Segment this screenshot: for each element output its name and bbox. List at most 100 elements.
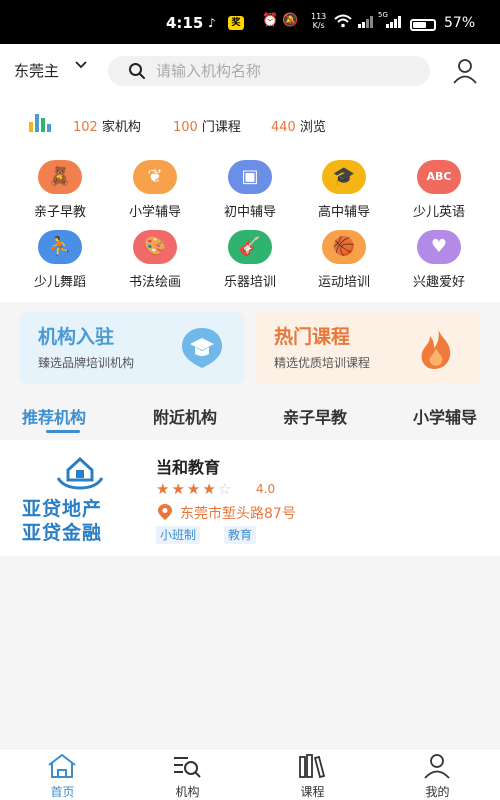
abc-blocks-icon: ABC [417, 160, 461, 194]
category-item-art[interactable]: 🎨 书法绘画 [109, 222, 201, 290]
flame-icon [421, 328, 451, 369]
category-item-parent-child[interactable]: 🧸 亲子早教 [14, 152, 106, 220]
institution-tabs: 推荐机构 附近机构 亲子早教 小学辅导 [0, 394, 500, 440]
battery-percent: 57% [444, 15, 476, 31]
tiktok-icon: ♪ [208, 16, 216, 30]
institution-logo: 亚贷地产 亚贷金融 [18, 454, 142, 544]
category-item-hobby[interactable]: ♥ 兴趣爱好 [393, 222, 485, 290]
institution-join-banner[interactable]: 机构入驻 臻选品牌培训机构 [20, 312, 244, 384]
category-grid: 🧸 亲子早教 ❦ 小学辅导 ▣ 初中辅导 🎓 高中辅导 ABC 少儿英语 ⛹ 少… [0, 150, 500, 302]
category-label: 亲子早教 [33, 205, 86, 220]
banner-title: 机构入驻 [38, 326, 115, 348]
star-filled-icon: ★ [156, 480, 172, 498]
tab-nearby[interactable]: 附近机构 [153, 404, 217, 428]
tab-parent-child[interactable]: 亲子早教 [283, 404, 347, 428]
wifi-icon [334, 14, 352, 31]
active-tab-indicator [46, 430, 80, 433]
search-icon [129, 63, 145, 79]
heart-icon: ♥ [417, 230, 461, 264]
institution-list-icon [174, 757, 201, 778]
star-filled-icon: ★ [171, 480, 187, 498]
institution-name: 当和教育 [156, 458, 221, 477]
search-bar[interactable] [108, 56, 430, 86]
category-item-senior[interactable]: 🎓 高中辅导 [298, 152, 390, 220]
battery-fill [413, 22, 426, 28]
basketball-icon: 🏀 [322, 230, 366, 264]
net-speed-value: 113 [311, 12, 327, 21]
star-rating: ★★★★☆ [156, 480, 233, 498]
category-item-english[interactable]: ABC 少儿英语 [393, 152, 485, 220]
category-label: 书法绘画 [128, 275, 181, 290]
tab-recommended[interactable]: 推荐机构 [22, 404, 86, 428]
stat-institutions-label: 家机构 [101, 120, 141, 135]
nav-home[interactable]: 首页 [0, 749, 125, 800]
stat-views-label: 浏览 [299, 120, 326, 135]
nav-courses[interactable]: 课程 [250, 749, 375, 800]
rating-value: 4.0 [256, 482, 276, 496]
category-item-junior[interactable]: ▣ 初中辅导 [204, 152, 296, 220]
tab-primary[interactable]: 小学辅导 [413, 404, 477, 428]
battery-icon [410, 19, 436, 31]
home-icon [48, 753, 76, 778]
city-selector[interactable]: 东莞主 [14, 60, 59, 81]
dancer-icon: ⛹ [38, 230, 82, 264]
nav-label: 我的 [425, 785, 450, 799]
institution-address: 东莞市堑头路87号 [180, 506, 296, 522]
category-label: 高中辅导 [317, 205, 370, 220]
category-label: 运动培训 [317, 275, 370, 290]
location-pin-icon [158, 504, 172, 520]
star-empty-icon: ☆ [217, 480, 234, 498]
nav-label: 首页 [50, 785, 75, 799]
stat-views: 440 浏览 [271, 116, 326, 135]
alarm-mute-icons: ⏰🔕 [262, 13, 303, 28]
status-bar: 4:15 ♪ 奖 ⏰🔕 113 K/s 5G 57% [0, 0, 500, 44]
category-label: 乐器培训 [223, 275, 276, 290]
institution-card[interactable]: 亚贷地产 亚贷金融 当和教育 ★★★★☆ 4.0 东莞市堑头路87号 小班制 教… [0, 440, 500, 556]
profile-icon [424, 754, 450, 779]
app-badge-icon: 奖 [228, 16, 244, 30]
category-item-primary[interactable]: ❦ 小学辅导 [109, 152, 201, 220]
sprout-icon: ❦ [133, 160, 177, 194]
graduation-cap-badge-icon [182, 328, 222, 368]
guitar-icon: 🎸 [228, 230, 272, 264]
logo-text-line1: 亚贷地产 [22, 498, 103, 520]
nav-label: 课程 [300, 785, 325, 799]
category-item-music[interactable]: 🎸 乐器培训 [204, 222, 296, 290]
category-item-dance[interactable]: ⛹ 少儿舞蹈 [14, 222, 106, 290]
stat-views-num: 440 [271, 120, 296, 135]
star-filled-icon: ★ [202, 480, 218, 498]
category-label: 少儿英语 [412, 205, 465, 220]
net-speed: 113 K/s [311, 12, 326, 30]
banner-subtitle: 臻选品牌培训机构 [38, 356, 135, 370]
banner-subtitle: 精选优质培训课程 [274, 356, 371, 370]
user-profile-icon[interactable] [452, 58, 478, 84]
house-hand-logo-icon [56, 456, 104, 490]
banner-title: 热门课程 [274, 326, 351, 348]
hot-courses-banner[interactable]: 热门课程 精选优质培训课程 [256, 312, 480, 384]
logo-text-line2: 亚贷金融 [22, 522, 103, 544]
category-label: 少儿舞蹈 [33, 275, 86, 290]
stat-institutions-num: 102 [73, 120, 98, 135]
status-time: 4:15 [166, 14, 204, 32]
category-item-sports[interactable]: 🏀 运动培训 [298, 222, 390, 290]
stat-courses-label: 门课程 [201, 120, 241, 135]
chevron-down-icon[interactable] [74, 58, 88, 76]
nav-label: 机构 [175, 785, 200, 799]
tag-education: 教育 [224, 526, 257, 544]
signal-icon [358, 16, 374, 31]
bar-chart-icon [29, 114, 51, 132]
category-label: 小学辅导 [128, 205, 181, 220]
nav-profile[interactable]: 我的 [375, 749, 500, 800]
tag-small-class: 小班制 [156, 526, 201, 544]
board-icon: ▣ [228, 160, 272, 194]
stat-courses-num: 100 [173, 120, 198, 135]
star-filled-icon: ★ [186, 480, 203, 498]
category-label: 初中辅导 [223, 205, 276, 220]
net-speed-unit: K/s [312, 21, 325, 30]
category-label: 兴趣爱好 [412, 275, 465, 290]
promo-banners: 机构入驻 臻选品牌培训机构 热门课程 精选优质培训课程 [0, 302, 500, 394]
search-input[interactable] [156, 61, 416, 81]
stat-courses: 100 门课程 [173, 116, 241, 135]
nav-institutions[interactable]: 机构 [125, 749, 250, 800]
graduation-cap-icon: 🎓 [322, 160, 366, 194]
